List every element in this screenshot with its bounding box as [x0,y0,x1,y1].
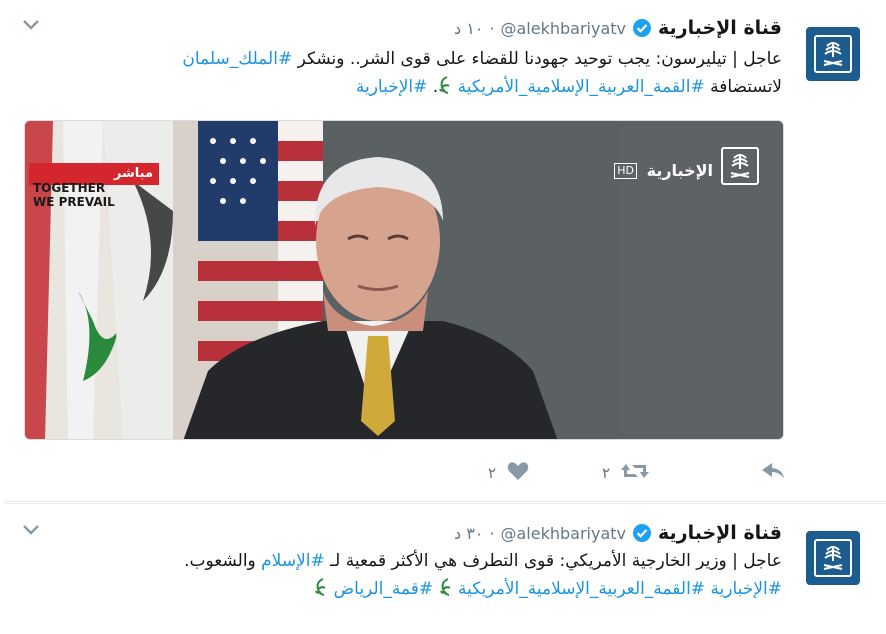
tweet-text-line: #الإخبارية #القمة_العربية_الإسلامية_الأم… [22,575,782,603]
timestamp[interactable]: ٣٠ د [454,524,483,543]
text-segment: عاجل | وزير الخارجية الأمريكي: قوى التطر… [324,551,782,571]
chevron-down-icon[interactable] [20,17,42,33]
tweet-text-line: عاجل | تيليرسون: يجب توحيد جهودنا للقضاء… [22,45,782,73]
leaf-emoji-icon [314,577,328,597]
verified-badge-icon [632,18,652,38]
tweet[interactable]: قناة الإخبارية @alekhbariyatv · ١٠ د عاج… [4,0,886,502]
hashtag-link[interactable]: #الإخبارية [710,579,782,599]
tweet-actions: ٢ ٢ [4,458,886,488]
like-button[interactable]: ٢ [488,460,530,486]
display-name[interactable]: قناة الإخبارية [658,17,782,39]
video-media[interactable]: مباشر الإخبارية HD TOGETHER WE PREVAIL [24,120,784,440]
text-segment: . [427,77,439,97]
heart-icon [506,460,530,486]
timestamp[interactable]: ١٠ د [454,19,483,38]
chevron-down-icon[interactable] [20,522,42,538]
hashtag-link[interactable]: #القمة_العربية_الإسلامية_الأمريكية [458,77,705,97]
tweet-text-line: عاجل | وزير الخارجية الأمريكي: قوى التطر… [22,547,782,575]
channel-emblem-icon [721,147,759,185]
channel-hd-badge: HD [614,163,637,179]
text-segment: لاتستضافة [704,77,782,97]
tweet-text: عاجل | تيليرسون: يجب توحيد جهودنا للقضاء… [22,45,782,101]
text-segment: عاجل | تيليرسون: يجب توحيد جهودنا للقضاء… [292,49,782,69]
display-name[interactable]: قناة الإخبارية [658,522,782,544]
tweet-text: عاجل | وزير الخارجية الأمريكي: قوى التطر… [22,547,782,603]
tweet-header: قناة الإخبارية @alekhbariyatv · ١٠ د [454,15,782,41]
summit-sign: TOGETHER WE PREVAIL [33,181,153,209]
tweet-header: قناة الإخبارية @alekhbariyatv · ٣٠ د [454,520,782,546]
hashtag-link[interactable]: #القمة_العربية_الإسلامية_الأمريكية [458,579,705,599]
reply-icon [760,460,786,486]
reply-button[interactable] [760,460,786,486]
hashtag-link[interactable]: #الملك_سلمان [182,49,292,69]
handle[interactable]: @alekhbariyatv [500,19,626,38]
hashtag-link[interactable]: #الإخبارية [356,77,428,97]
retweet-icon [620,460,650,486]
summit-line: TOGETHER [33,181,106,195]
separator-dot: · [489,523,495,543]
leaf-emoji-icon [438,75,452,95]
retweet-button[interactable]: ٢ [602,460,650,486]
handle[interactable]: @alekhbariyatv [500,524,626,543]
avatar[interactable] [806,531,860,585]
tweet-text-line: لاتستضافة #القمة_العربية_الإسلامية_الأمر… [22,73,782,101]
hashtag-link[interactable]: #قمة_الرياض [334,579,434,599]
avatar[interactable] [806,27,860,81]
channel-emblem-icon [814,35,852,73]
separator-dot: · [489,18,495,38]
channel-emblem-icon [814,539,852,577]
channel-logo-text: الإخبارية [646,161,713,180]
leaf-emoji-icon [439,577,453,597]
retweet-count: ٢ [602,464,611,482]
summit-line: WE PREVAIL [33,195,115,209]
like-count: ٢ [488,464,497,482]
text-segment: والشعوب. [184,551,262,571]
hashtag-link[interactable]: #الإسلام [261,551,325,571]
tweet[interactable]: قناة الإخبارية @alekhbariyatv · ٣٠ د عاج… [4,503,886,634]
verified-badge-icon [632,523,652,543]
